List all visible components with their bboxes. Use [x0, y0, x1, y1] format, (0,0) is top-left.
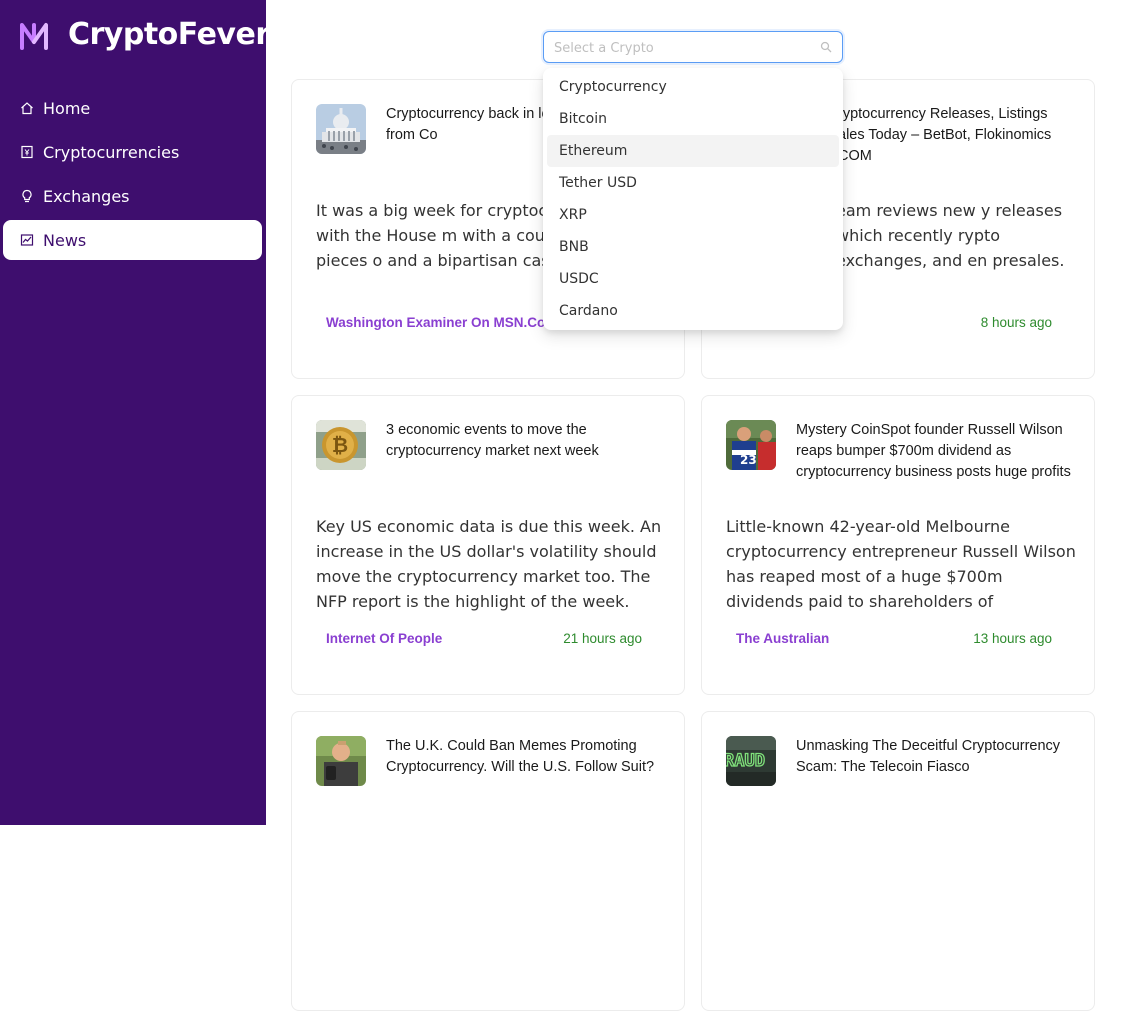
news-card[interactable]: RAUD Unmasking The Deceitful Cryptocurre… — [701, 711, 1095, 1011]
sidebar-item-label: Cryptocurrencies — [43, 142, 180, 162]
home-icon — [19, 100, 35, 116]
crypto-logo-icon — [20, 23, 48, 50]
search-icon — [820, 41, 832, 53]
news-description: Little-known 42-year-old Melbourne crypt… — [726, 517, 1076, 611]
dropdown-option-bitcoin[interactable]: Bitcoin — [547, 103, 839, 135]
news-card[interactable]: 23 Mystery CoinSpot founder Russell Wils… — [701, 395, 1095, 695]
news-source: Internet Of People — [326, 631, 443, 646]
brand[interactable]: CryptoFever — [18, 16, 270, 56]
bitcoin-coin-thumbnail: ₿ — [316, 420, 366, 470]
sidebar-item-label: Home — [43, 98, 91, 118]
svg-text:23: 23 — [740, 453, 757, 467]
news-time: 13 hours ago — [973, 631, 1052, 646]
main-content: Cryptocurrency back in legislative push … — [266, 0, 1124, 1011]
dropdown-option-cryptocurrency[interactable]: Cryptocurrency — [547, 71, 839, 103]
news-time: 21 hours ago — [563, 631, 642, 646]
sidebar-item-exchanges[interactable]: Exchanges — [3, 176, 262, 216]
bulb-icon — [19, 188, 35, 204]
crypto-select[interactable] — [543, 31, 843, 63]
svg-text:RAUD: RAUD — [726, 751, 765, 771]
svg-text:₿: ₿ — [332, 433, 348, 457]
news-title[interactable]: Mystery CoinSpot founder Russell Wilson … — [796, 420, 1076, 496]
sidebar-item-home[interactable]: Home — [3, 88, 262, 128]
fund-icon — [19, 232, 35, 248]
capitol-thumbnail — [316, 104, 366, 154]
news-card[interactable]: ₿ 3 economic events to move the cryptocu… — [291, 395, 685, 695]
sidebar-item-cryptocurrencies[interactable]: Cryptocurrencies — [3, 132, 262, 172]
news-title[interactable]: The U.K. Could Ban Memes Promoting Crypt… — [386, 736, 666, 812]
sidebar-item-label: News — [43, 230, 87, 250]
money-collect-icon — [19, 144, 35, 160]
news-time: 8 hours ago — [980, 315, 1052, 330]
news-title[interactable]: Unmasking The Deceitful Cryptocurrency S… — [796, 736, 1076, 812]
crypto-dropdown: Cryptocurrency Bitcoin Ethereum Tether U… — [543, 68, 843, 330]
news-title[interactable]: ryptocurrency Releases, Listings ales To… — [838, 104, 1078, 180]
news-title[interactable]: 3 economic events to move the cryptocurr… — [386, 420, 666, 496]
sidebar: CryptoFever Home Cryptocurrencies Exchan… — [0, 0, 270, 825]
crypto-search-input[interactable] — [554, 38, 804, 58]
dropdown-option-ethereum[interactable]: Ethereum — [547, 135, 839, 167]
news-description: Key US economic data is due this week. A… — [316, 517, 662, 611]
footballer-thumbnail: 23 — [726, 420, 776, 470]
dropdown-option-bnb[interactable]: BNB — [547, 231, 839, 263]
dropdown-option-xrp[interactable]: XRP — [547, 199, 839, 231]
dropdown-option-usdc[interactable]: USDC — [547, 263, 839, 295]
person-phone-thumbnail — [316, 736, 366, 786]
news-source: Washington Examiner On MSN.Co — [326, 315, 546, 330]
dropdown-option-tether-usd[interactable]: Tether USD — [547, 167, 839, 199]
brand-name: CryptoFever — [68, 17, 270, 52]
news-description: eam reviews new y releases which recentl… — [836, 201, 1065, 270]
sidebar-item-label: Exchanges — [43, 186, 130, 206]
dropdown-option-cardano[interactable]: Cardano — [547, 295, 839, 327]
fraud-sign-thumbnail: RAUD — [726, 736, 776, 786]
news-source: The Australian — [736, 631, 830, 646]
sidebar-item-news[interactable]: News — [3, 220, 262, 260]
news-card[interactable]: The U.K. Could Ban Memes Promoting Crypt… — [291, 711, 685, 1011]
